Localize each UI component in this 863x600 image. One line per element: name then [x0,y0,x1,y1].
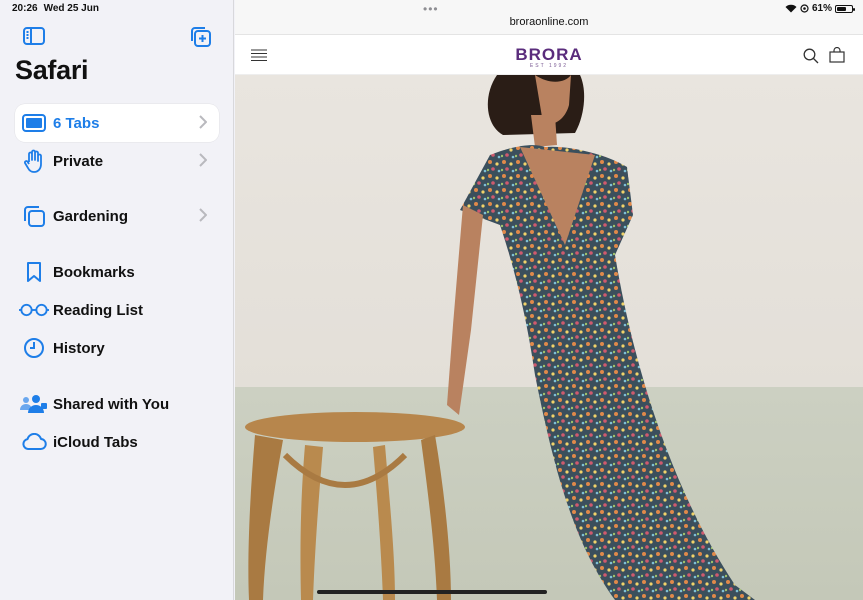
sidebar-item-shared-with-you[interactable]: Shared with You [15,385,219,423]
web-view: ••• broraonline.com 61% BRORA EST 1992 [235,0,863,600]
glasses-icon [19,295,49,325]
location-lock-icon [800,4,809,13]
sidebar-item-bookmarks[interactable]: Bookmarks [15,253,219,291]
battery-level [837,6,846,11]
sidebar-item-label: 6 Tabs [53,114,100,132]
sidebar-item-reading-list[interactable]: Reading List [15,291,219,329]
tablet-icon [19,108,49,138]
browser-top-bar: ••• broraonline.com 61% [235,0,863,35]
home-indicator[interactable] [317,590,547,594]
site-logo-subtitle: EST 1992 [529,63,569,69]
sidebar-item-label: Bookmarks [53,263,135,281]
sidebar-item-label: History [53,339,105,357]
chevron-right-icon [199,153,208,167]
cloud-icon [19,427,49,457]
sidebar-item-gardening[interactable]: Gardening [15,197,219,235]
hand-icon [19,146,49,176]
site-header: BRORA EST 1992 [235,36,863,75]
status-time-date: 20:26 Wed 25 Jun [12,3,105,14]
chevron-right-icon [199,208,208,222]
shopping-bag-icon[interactable] [829,46,845,63]
battery-icon [835,4,855,13]
sidebar-title: Safari [15,55,89,85]
tab-group-icon [19,201,49,231]
chevron-right-icon [199,115,208,129]
sidebar-toggle-icon[interactable] [22,26,46,48]
new-tab-group-icon[interactable] [189,26,213,48]
status-indicators: 61% [785,3,855,14]
sidebar-item-label: Shared with You [53,395,170,413]
sidebar-item-icloud-tabs[interactable]: iCloud Tabs [15,423,219,461]
sidebar-item-tabs[interactable]: 6 Tabs [15,104,219,142]
sidebar: 20:26 Wed 25 Jun Safari 6 Tabs Private G… [0,0,234,600]
sidebar-item-label: Reading List [53,301,144,319]
shared-people-icon [19,389,49,419]
status-date: Wed 25 Jun [43,3,99,14]
hero-image[interactable] [235,75,863,600]
address-bar[interactable]: broraonline.com [235,16,863,28]
sidebar-item-label: Gardening [53,207,129,225]
multitasking-dots-icon[interactable]: ••• [423,2,439,16]
site-logo[interactable]: BRORA [235,45,863,65]
model-with-stool-illustration [245,75,755,600]
status-time: 20:26 [12,3,38,14]
battery-percentage: 61% [811,3,832,14]
search-icon[interactable] [803,48,819,64]
sidebar-item-history[interactable]: History [15,329,219,367]
sidebar-item-label: iCloud Tabs [53,433,138,451]
bookmark-icon [19,257,49,287]
sidebar-item-label: Private [53,152,104,170]
clock-icon [19,333,49,363]
sidebar-item-private[interactable]: Private [15,142,219,180]
wifi-icon [785,4,797,13]
